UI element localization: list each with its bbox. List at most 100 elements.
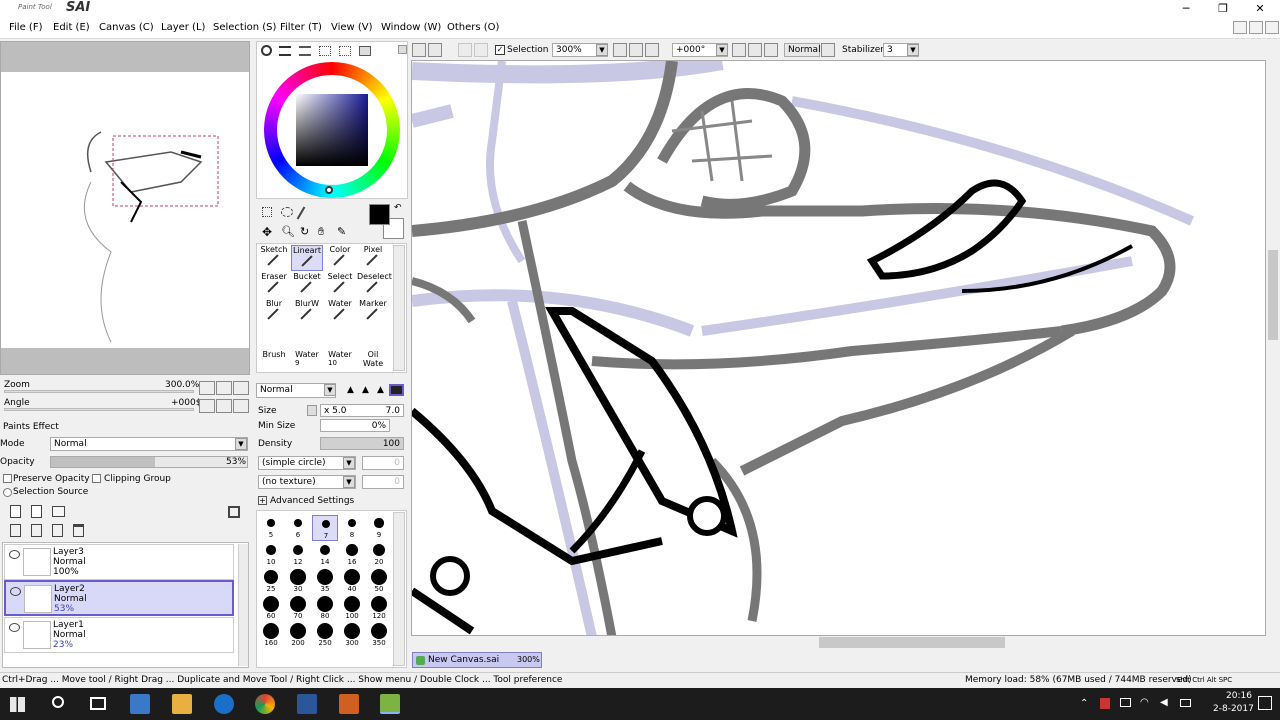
windows-start-icon[interactable]	[10, 697, 25, 712]
zoom-fit-icon[interactable]	[645, 43, 659, 57]
horizontal-scroll-thumb[interactable]	[819, 637, 1005, 648]
tray-chevron-up-icon[interactable]: ⌃	[1080, 698, 1088, 709]
color-wheel-mode-icon[interactable]	[261, 45, 272, 56]
rotate-ccw-icon[interactable]	[732, 43, 746, 57]
opacity-slider[interactable]	[50, 456, 248, 468]
brush-size-60[interactable]: 60	[258, 596, 284, 622]
menu-selection[interactable]: Selection (S)	[213, 22, 276, 33]
invert-selection-icon[interactable]	[428, 43, 442, 57]
brush-size-5[interactable]: 5	[258, 515, 284, 541]
brush-size-20[interactable]: 20	[366, 542, 392, 568]
advanced-settings-toggle[interactable]: Advanced Settings	[270, 496, 354, 506]
zoom-slider[interactable]	[4, 390, 194, 393]
transfer-down-icon[interactable]	[10, 524, 21, 537]
canvas-horizontal-scrollbar[interactable]	[411, 636, 1266, 649]
new-linework-layer-icon[interactable]	[31, 505, 42, 518]
tool-lineart[interactable]: Lineart	[291, 245, 323, 271]
view-mode-button[interactable]: Normal	[784, 43, 821, 57]
merge-down-icon[interactable]	[31, 524, 42, 537]
brush-shape-strength[interactable]: 0	[362, 456, 404, 470]
eye-icon[interactable]	[10, 587, 21, 596]
app-icon[interactable]	[339, 694, 359, 714]
tool-custom-1[interactable]: Water 9	[291, 350, 323, 376]
primary-color-swatch[interactable]	[369, 204, 390, 225]
hand-tool-icon[interactable]: ✋︎	[318, 226, 324, 238]
tool-eraser[interactable]: Eraser	[258, 272, 290, 298]
tool-water[interactable]: Water	[324, 299, 356, 325]
tool-pixel[interactable]: Pixel	[357, 245, 389, 271]
chevron-down-icon[interactable]: ▼	[907, 44, 919, 56]
file-explorer-icon[interactable]	[172, 694, 192, 714]
menu-canvas[interactable]: Canvas (C)	[99, 22, 154, 33]
chevron-down-icon[interactable]: ▼	[343, 476, 355, 488]
size-slider[interactable]: x 5.0 7.0	[320, 404, 404, 417]
new-folder-icon[interactable]	[52, 506, 65, 517]
navigator-panel[interactable]	[0, 41, 250, 375]
brush-shape-select[interactable]: (simple circle)	[258, 456, 356, 470]
drawing-canvas[interactable]	[411, 60, 1266, 636]
edge-icon[interactable]	[214, 694, 234, 714]
brush-size-scrollbar[interactable]	[393, 512, 405, 666]
saturation-value-square[interactable]	[296, 94, 368, 166]
volume-icon[interactable]: ◀	[1160, 697, 1168, 708]
canvas-tab[interactable]: New Canvas.sai 300%	[412, 652, 542, 668]
restore-button[interactable]: ❐	[1213, 2, 1233, 16]
tool-deselect[interactable]: Deselect	[357, 272, 392, 298]
clear-layer-icon[interactable]	[52, 524, 63, 537]
mdi-minimize-button[interactable]	[1233, 21, 1247, 34]
marquee-icon[interactable]	[262, 207, 272, 217]
expand-icon[interactable]: +	[258, 496, 267, 505]
clock-time[interactable]: 20:16	[1226, 691, 1252, 701]
canvas-vertical-scrollbar[interactable]	[1266, 60, 1280, 636]
zoom-plus-icon[interactable]	[629, 43, 643, 57]
tool-sketch[interactable]: Sketch	[258, 245, 290, 271]
size-multiplier-button[interactable]	[307, 405, 317, 416]
brush-size-40[interactable]: 40	[339, 569, 365, 595]
brush-shape-round-icon[interactable]: ▲	[374, 384, 387, 396]
selection-source-radio[interactable]	[3, 488, 12, 497]
rotate-right-button[interactable]	[216, 399, 232, 413]
swap-colors-icon[interactable]: ↶	[394, 203, 402, 213]
brush-texture-strength[interactable]: 0	[362, 475, 404, 489]
brush-shape-mid-icon[interactable]: ▲	[359, 384, 372, 396]
brush-size-120[interactable]: 120	[366, 596, 392, 622]
mdi-restore-button[interactable]	[1249, 21, 1263, 34]
vertical-scroll-thumb[interactable]	[1268, 250, 1278, 340]
menu-file[interactable]: File (F)	[9, 22, 42, 33]
chevron-down-icon[interactable]: ▼	[343, 457, 355, 469]
zoom-reset-button[interactable]	[233, 381, 249, 395]
layer-row-layer3[interactable]: Layer3 Normal 100%	[4, 544, 234, 580]
brush-size-9[interactable]: 9	[366, 515, 392, 541]
chrome-icon[interactable]	[255, 694, 275, 714]
min-size-slider[interactable]: 0%	[320, 419, 390, 432]
layer-row-layer1[interactable]: Layer1 Normal 23%	[4, 617, 234, 653]
trash-icon[interactable]	[73, 524, 84, 537]
brush-size-12[interactable]: 12	[285, 542, 311, 568]
menu-window[interactable]: Window (W)	[381, 22, 441, 33]
layer-list-scrollbar[interactable]	[238, 544, 248, 666]
tool-marker[interactable]: Marker	[357, 299, 389, 325]
eye-icon[interactable]	[9, 623, 20, 632]
clipping-group-checkbox[interactable]	[92, 474, 101, 483]
tray-app-icon[interactable]	[1100, 698, 1110, 709]
hide-selection-icon[interactable]	[458, 43, 472, 57]
tool-select[interactable]: Select	[324, 272, 356, 298]
brush-size-50[interactable]: 50	[366, 569, 392, 595]
zoom-minus-icon[interactable]	[613, 43, 627, 57]
brush-size-8[interactable]: 8	[339, 515, 365, 541]
menu-layer[interactable]: Layer (L)	[161, 22, 205, 33]
tool-blurw[interactable]: BlurW	[291, 299, 323, 325]
brush-size-100[interactable]: 100	[339, 596, 365, 622]
rgb-slider-icon[interactable]	[279, 46, 291, 56]
rotate-left-button[interactable]	[199, 399, 215, 413]
minimize-button[interactable]: ─	[1176, 2, 1196, 16]
scratchpad-icon[interactable]	[339, 46, 351, 56]
wifi-icon[interactable]: ◠	[1140, 697, 1149, 708]
paint-tool-sai-taskbar-icon[interactable]	[380, 694, 400, 714]
lasso-icon[interactable]	[281, 207, 293, 217]
tool-custom-2[interactable]: Water 10	[324, 350, 356, 376]
menu-filter[interactable]: Filter (T)	[280, 22, 322, 33]
new-layer-icon[interactable]	[10, 505, 21, 518]
tool-bucket[interactable]: Bucket	[291, 272, 323, 298]
notification-icon[interactable]	[1258, 696, 1272, 710]
